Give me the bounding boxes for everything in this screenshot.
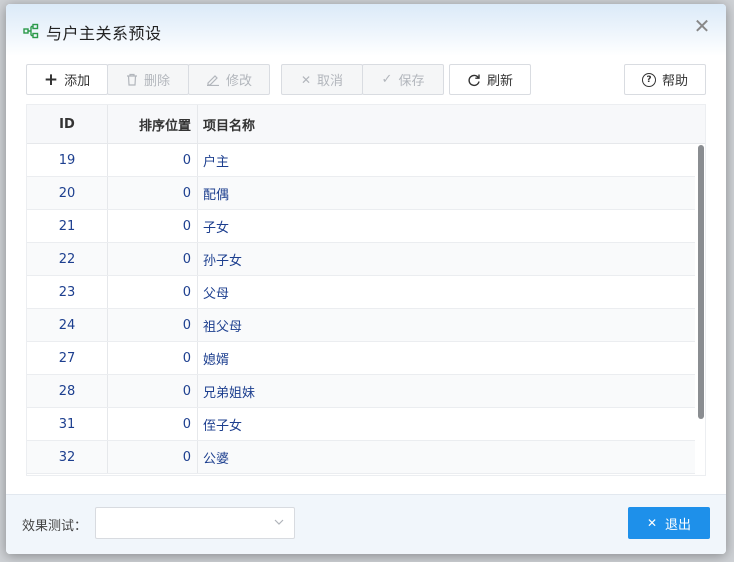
scrollbar-thumb[interactable] <box>698 145 704 419</box>
x-icon: ✕ <box>300 72 312 87</box>
column-header-item-name[interactable]: 项目名称 <box>198 105 697 143</box>
cell-item-name: 孙子女 <box>203 253 243 269</box>
cell-sort-position: 0 <box>108 276 198 308</box>
cell-item-name: 子女 <box>203 220 230 236</box>
table-row[interactable]: 32 0 公婆 <box>27 441 697 474</box>
add-button-label: 添加 <box>64 74 91 89</box>
dialog-footer: 效果测试： ✕ 退出 <box>6 494 726 554</box>
close-icon[interactable]: ✕ <box>692 16 712 36</box>
cell-item-name: 配偶 <box>203 187 230 203</box>
hierarchy-icon <box>23 23 39 39</box>
trash-icon <box>126 73 137 86</box>
relationship-preset-dialog: 与户主关系预设 ✕ + 添加 删除 修改 ✕ 取消 ✓ 保存 刷新 ? 帮助 I… <box>6 4 726 554</box>
cell-sort-position: 0 <box>108 375 198 407</box>
toolbar: + 添加 删除 修改 ✕ 取消 ✓ 保存 刷新 ? 帮助 <box>26 64 706 96</box>
cell-item-name: 户主 <box>203 154 230 170</box>
cell-sort-position: 0 <box>108 342 198 374</box>
cell-id: 23 <box>27 276 108 308</box>
add-button[interactable]: + 添加 <box>26 64 108 95</box>
table-row[interactable]: 31 0 侄子女 <box>27 408 697 441</box>
table-row[interactable]: 24 0 祖父母 <box>27 309 697 342</box>
check-icon: ✓ <box>381 71 393 87</box>
cell-id: 21 <box>27 210 108 242</box>
cancel-button[interactable]: ✕ 取消 <box>281 64 363 95</box>
help-glyph: ? <box>646 74 652 85</box>
cell-id: 31 <box>27 408 108 440</box>
test-label: 效果测试： <box>22 519 88 534</box>
cell-sort-position: 0 <box>108 243 198 275</box>
save-button-label: 保存 <box>398 74 425 89</box>
delete-button-label: 删除 <box>143 74 170 89</box>
edit-button-label: 修改 <box>225 74 252 89</box>
exit-button-label: 退出 <box>665 517 692 533</box>
test-select[interactable] <box>95 507 295 539</box>
refresh-icon <box>468 74 480 86</box>
cell-sort-position: 0 <box>108 441 198 473</box>
edit-button[interactable]: 修改 <box>188 64 270 95</box>
column-header-id[interactable]: ID <box>27 105 108 143</box>
cell-sort-position: 0 <box>108 210 198 242</box>
cell-item-name: 兄弟姐妹 <box>203 385 256 401</box>
x-icon: ✕ <box>646 516 658 530</box>
cell-sort-position: 0 <box>108 408 198 440</box>
pencil-icon <box>206 75 219 86</box>
dialog-titlebar: 与户主关系预设 ✕ <box>6 4 726 56</box>
cell-item-name: 父母 <box>203 286 230 302</box>
cell-item-name: 祖父母 <box>203 319 243 335</box>
cell-sort-position: 0 <box>108 144 198 176</box>
cell-id: 24 <box>27 309 108 341</box>
cell-id: 28 <box>27 375 108 407</box>
table-body: 19 0 户主 20 0 配偶 21 0 子女 22 0 孙子女 23 0 父母… <box>27 144 697 474</box>
table-row[interactable]: 23 0 父母 <box>27 276 697 309</box>
help-button[interactable]: ? 帮助 <box>624 64 706 95</box>
table-row[interactable]: 21 0 子女 <box>27 210 697 243</box>
cell-id: 32 <box>27 441 108 473</box>
exit-button[interactable]: ✕ 退出 <box>628 507 710 539</box>
save-button[interactable]: ✓ 保存 <box>362 64 444 95</box>
refresh-button-label: 刷新 <box>486 74 513 89</box>
table-row[interactable]: 20 0 配偶 <box>27 177 697 210</box>
dialog-title: 与户主关系预设 <box>46 24 162 43</box>
table-header: ID 排序位置 项目名称 <box>27 105 705 144</box>
table-row[interactable]: 27 0 媳婿 <box>27 342 697 375</box>
cell-id: 22 <box>27 243 108 275</box>
cell-id: 19 <box>27 144 108 176</box>
plus-icon: + <box>43 69 59 90</box>
chevron-down-icon <box>274 519 284 525</box>
column-header-sort-position[interactable]: 排序位置 <box>108 105 198 143</box>
preset-table: ID 排序位置 项目名称 19 0 户主 20 0 配偶 21 0 子女 22 … <box>26 104 706 476</box>
cell-sort-position: 0 <box>108 309 198 341</box>
help-circle-icon: ? <box>641 72 656 87</box>
cell-item-name: 媳婿 <box>203 352 230 368</box>
table-row[interactable]: 28 0 兄弟姐妹 <box>27 375 697 408</box>
help-button-label: 帮助 <box>661 74 688 89</box>
cancel-button-label: 取消 <box>317 74 344 89</box>
cell-id: 20 <box>27 177 108 209</box>
cell-sort-position: 0 <box>108 177 198 209</box>
table-row[interactable]: 22 0 孙子女 <box>27 243 697 276</box>
cell-id: 27 <box>27 342 108 374</box>
refresh-button[interactable]: 刷新 <box>449 64 531 95</box>
table-row[interactable]: 19 0 户主 <box>27 144 697 177</box>
cell-item-name: 侄子女 <box>203 418 243 434</box>
delete-button[interactable]: 删除 <box>107 64 189 95</box>
cell-item-name: 公婆 <box>203 451 230 467</box>
